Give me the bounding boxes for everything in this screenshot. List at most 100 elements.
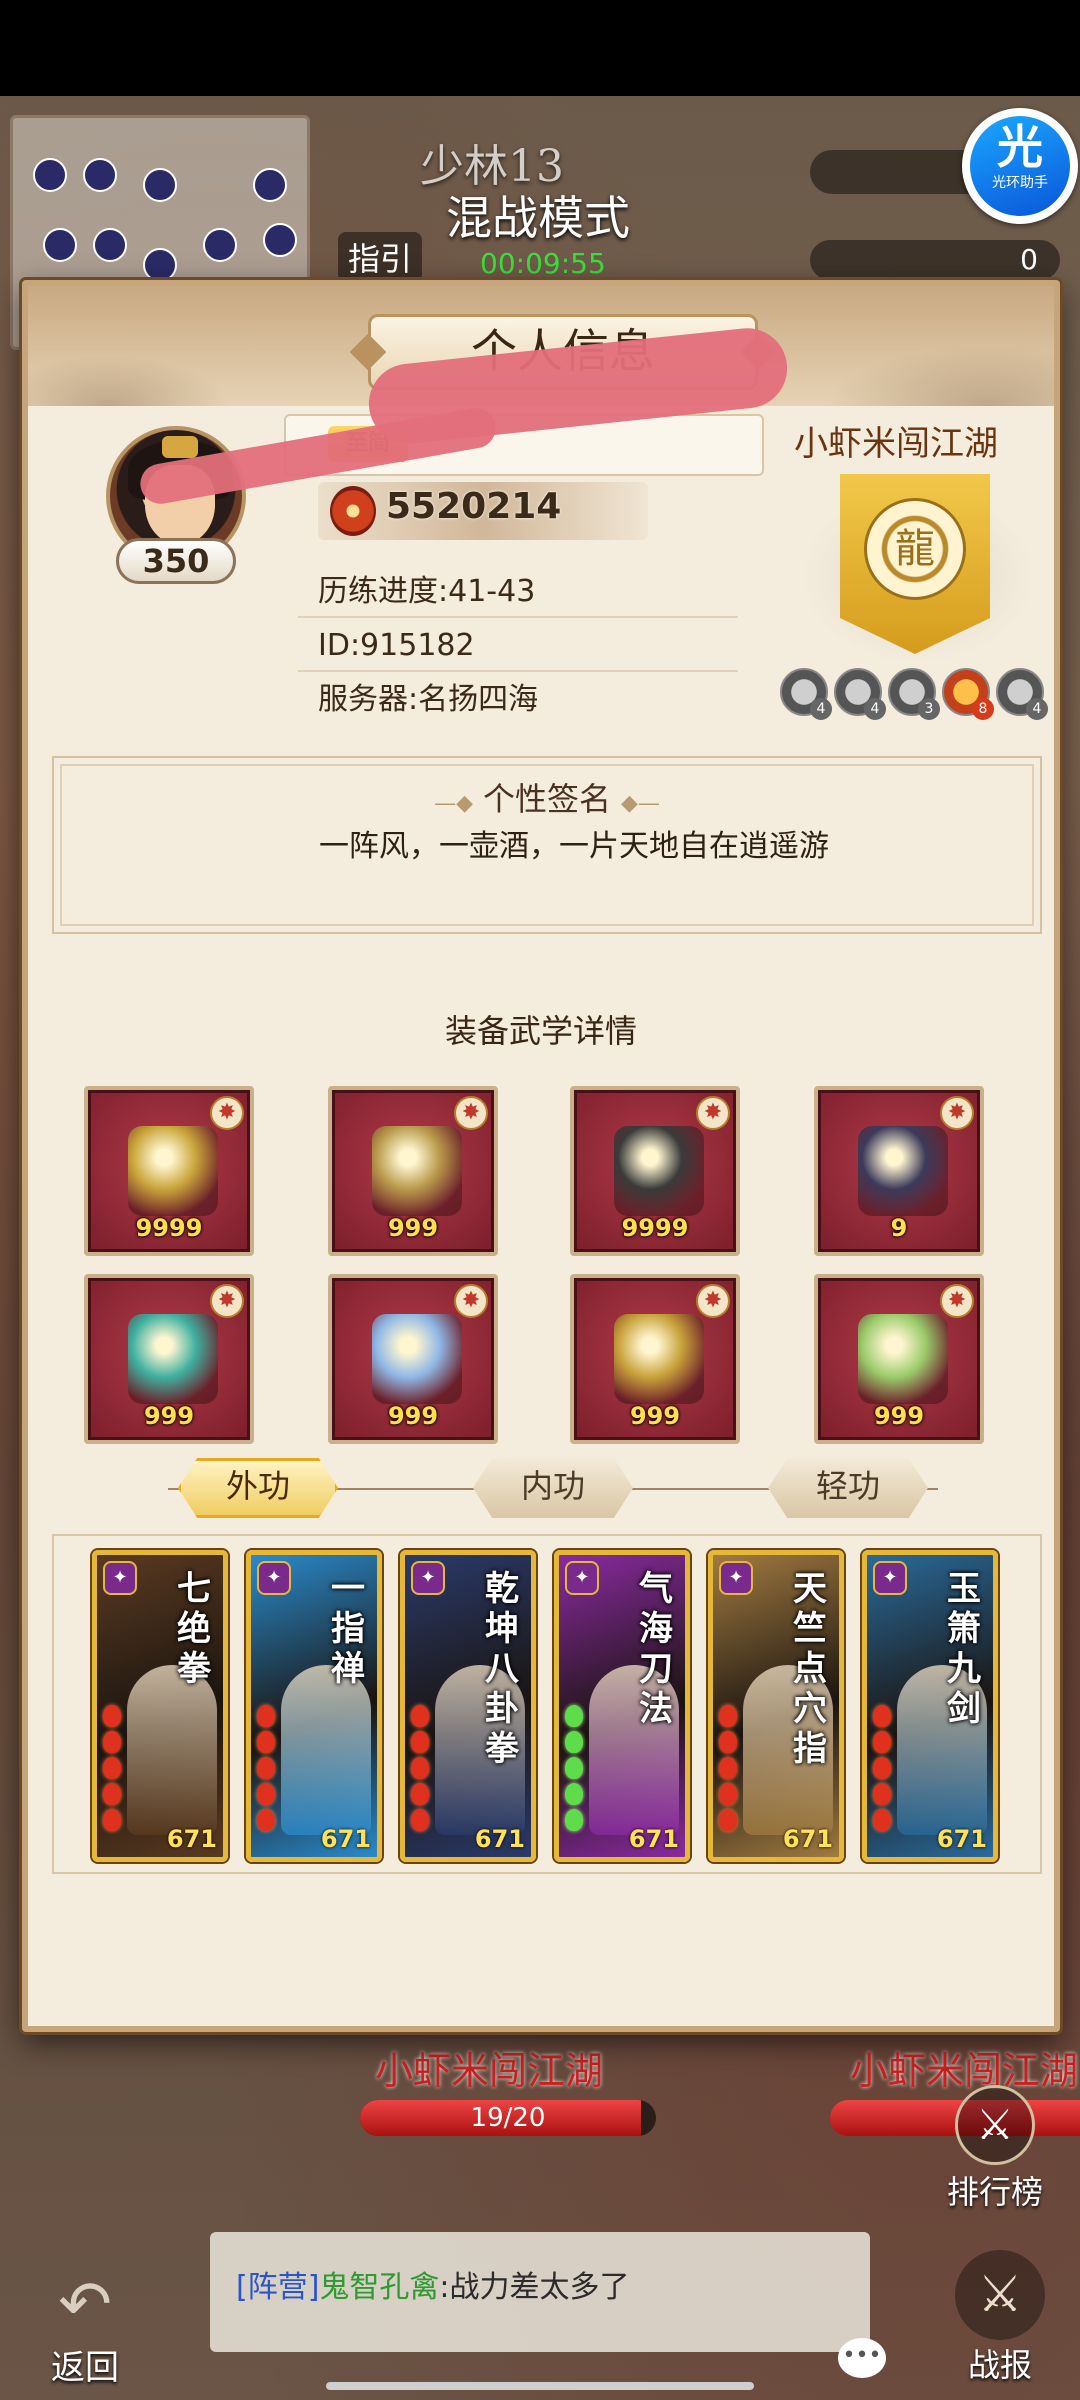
skill-name: 一指禅 [331,1569,365,1689]
map-node [263,223,297,257]
equipment-count: 9 [890,1214,908,1242]
skill-card[interactable]: ✦ 气海刀法 671 [554,1550,690,1862]
guide-button[interactable]: 指引 [338,232,423,282]
flame-pip-icon [565,1783,583,1805]
status-bar [0,0,1080,96]
equipment-slot-flower-hairpin[interactable]: ✸ 999 [328,1274,498,1444]
equipment-slot-gold-armor[interactable]: ✸ 999 [328,1086,498,1256]
tab-inner-skill[interactable]: 内功 [473,1458,633,1518]
flame-pip-icon [103,1809,121,1831]
gold-armor-icon [372,1126,462,1216]
ranking-button[interactable]: ⚔ 排行榜 [935,2085,1055,2225]
star-icon: ✸ [696,1096,730,1130]
skill-star-pips [719,1705,743,1835]
chat-bubble-icon[interactable]: ••• [838,2338,886,2378]
tab-outer-skill[interactable]: 外功 [178,1458,338,1518]
ranking-icon: ⚔ [955,2085,1035,2165]
battle-mode-label: 混战模式 [446,191,630,245]
medal-icon[interactable]: 4 [996,668,1048,720]
flame-pip-icon [257,1705,275,1727]
flame-pip-icon [719,1783,737,1805]
flame-pip-icon [411,1757,429,1779]
flame-pip-icon [873,1705,891,1727]
equipment-slot-boots[interactable]: ✸ 9 [814,1086,984,1256]
server-name: 服务器:名扬四海 [318,682,539,717]
flame-pip-icon [719,1809,737,1831]
skill-card[interactable]: ✦ 玉箫九剑 671 [862,1550,998,1862]
flame-pip-icon [257,1757,275,1779]
equipment-slot-gold-bracer[interactable]: ✸ 9999 [84,1086,254,1256]
flame-pip-icon [411,1705,429,1727]
gold-ring-icon [614,1314,704,1404]
chat-channel: [阵营] [236,2270,320,2305]
flame-pip-icon [257,1731,275,1753]
skill-star-pips [103,1705,127,1835]
star-icon: ✸ [454,1096,488,1130]
player-level: 350 [116,538,236,584]
chat-sender[interactable]: 鬼智孔禽 [319,2270,439,2305]
team-name-left: 小虾米闯江湖 [375,2049,604,2093]
helper-logo-icon: 光 [997,120,1043,174]
flame-pip-icon [565,1731,583,1753]
equipment-count: 9999 [621,1214,689,1242]
character-figure [281,1665,371,1835]
flame-pip-icon [103,1757,121,1779]
medal-count: 4 [864,698,886,720]
medal-icon[interactable]: 4 [780,668,832,720]
jade-belt-icon [614,1126,704,1216]
combat-power: 5520214 [386,486,562,527]
flame-pip-icon [103,1783,121,1805]
equipment-title: 装备武学详情 [444,1012,637,1050]
skill-star-pips [257,1705,281,1835]
star-icon: ✸ [454,1284,488,1318]
home-indicator[interactable] [326,2382,754,2390]
equipment-slot-jade-ring[interactable]: ✸ 999 [814,1274,984,1444]
skill-card[interactable]: ✦ 乾坤八卦拳 671 [400,1550,536,1862]
skill-type-icon: ✦ [411,1561,445,1595]
medal-icon[interactable]: 4 [834,668,886,720]
gold-bracer-icon [128,1126,218,1216]
flame-pip-icon [257,1809,275,1831]
flame-pip-icon [873,1809,891,1831]
battle-report-button[interactable]: ⚔ 战报 [940,2250,1060,2390]
back-arrow-icon: ↶ [58,2268,112,2342]
skill-star-pips [411,1705,435,1835]
medal-icon[interactable]: 3 [888,668,940,720]
jade-ring-icon [858,1314,948,1404]
profile-panel: 个人信息 350 至简 5520214 历练进度:41-43 ID:915182… [22,280,1060,2032]
map-node [203,228,237,262]
skill-card[interactable]: ✦ 一指禅 671 [246,1550,382,1862]
flame-pip-icon [565,1757,583,1779]
flame-pip-icon [103,1705,121,1727]
back-button[interactable]: ↶ 返回 [30,2270,140,2390]
crossed-swords-icon: ⚔ [955,2250,1045,2340]
power-icon [330,486,376,536]
medal-icon[interactable]: 8 [942,668,994,720]
battle-timer: 00:09:55 [480,247,606,280]
boots-icon [858,1126,948,1216]
medal-count: 3 [918,698,940,720]
team-progress-bar: 19/20 [360,2100,656,2136]
dragon-emblem-icon: 龍 [864,498,966,600]
skill-level: 671 [782,1825,833,1853]
equipment-slot-necklace[interactable]: ✸ 999 [84,1274,254,1444]
skill-type-icon: ✦ [719,1561,753,1595]
medal-count: 4 [1026,698,1048,720]
equipment-count: 999 [387,1402,439,1430]
skill-tabs: 外功 内功 轻功 [168,1458,938,1520]
equipment-count: 999 [387,1214,439,1242]
tab-movement-skill[interactable]: 轻功 [768,1458,928,1518]
helper-app-button[interactable]: 光 光环助手 [962,108,1078,224]
chat-box[interactable]: [阵营]鬼智孔禽:战力差太多了 [210,2232,870,2352]
chat-message: :战力差太多了 [439,2270,630,2305]
skill-type-icon: ✦ [565,1561,599,1595]
flame-pip-icon [411,1809,429,1831]
star-icon: ✸ [940,1096,974,1130]
skill-card[interactable]: ✦ 天竺点穴指 671 [708,1550,844,1862]
flame-pip-icon [565,1809,583,1831]
skill-card[interactable]: ✦ 七绝拳 671 [92,1550,228,1862]
equipment-slot-jade-belt[interactable]: ✸ 9999 [570,1086,740,1256]
equipment-slot-gold-ring[interactable]: ✸ 999 [570,1274,740,1444]
guild-name: 小虾米闯江湖 [794,424,998,464]
skill-type-icon: ✦ [103,1561,137,1595]
